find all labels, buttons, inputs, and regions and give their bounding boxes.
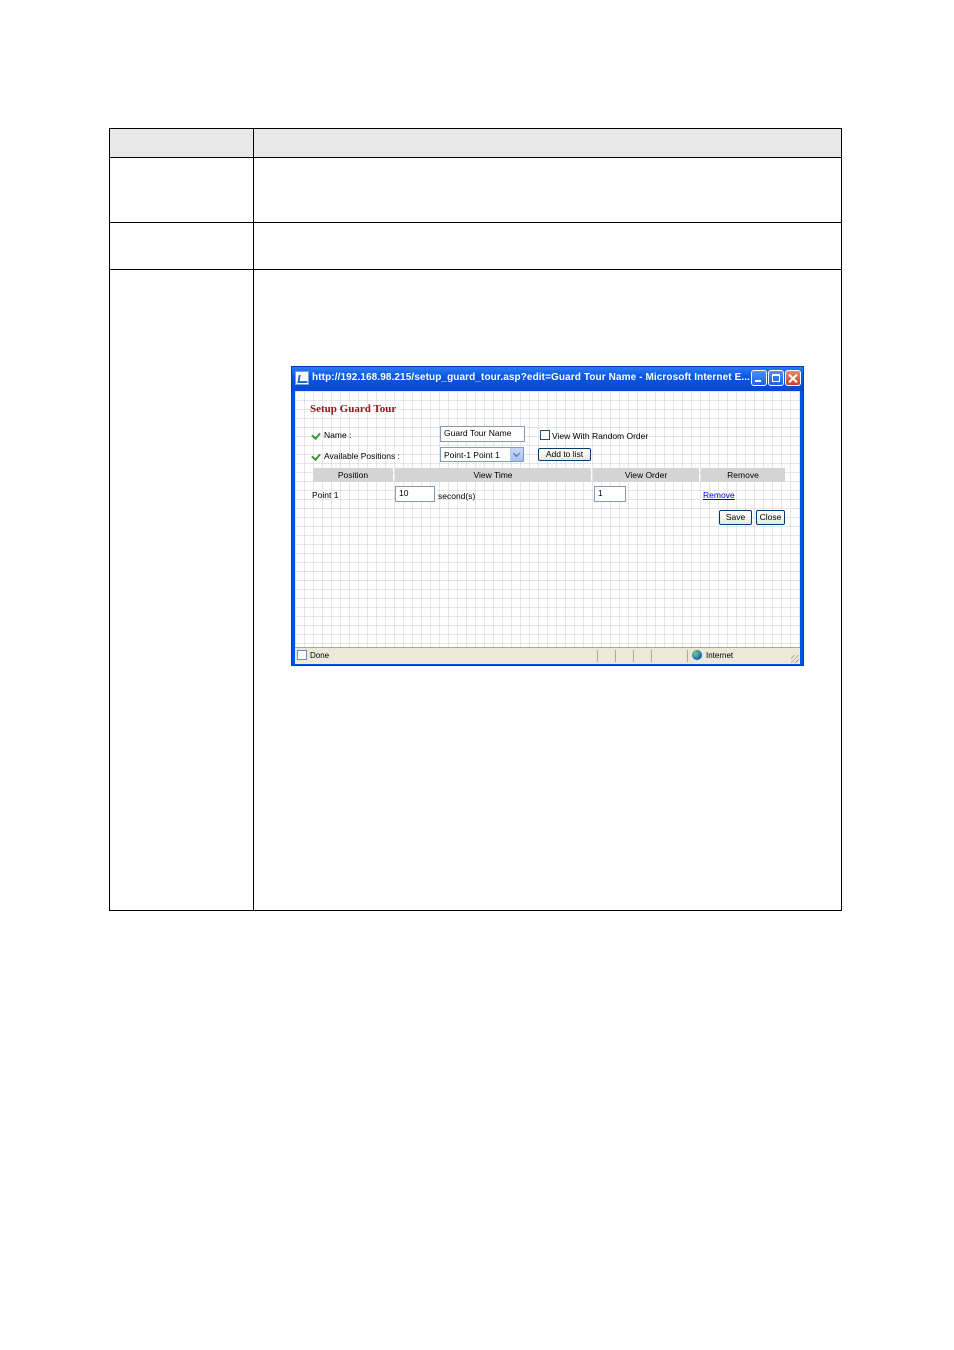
page-title: Setup Guard Tour <box>310 403 397 415</box>
column-header-position: Position <box>313 468 393 482</box>
status-divider <box>633 650 634 662</box>
positions-label: Available Positions : <box>324 451 400 461</box>
ie-page-icon <box>295 371 309 385</box>
save-button[interactable]: Save <box>719 510 752 525</box>
view-time-input[interactable]: 10 <box>395 486 435 502</box>
chevron-down-icon[interactable] <box>510 448 523 461</box>
row-position: Point 1 <box>312 490 339 500</box>
random-order-checkbox[interactable] <box>540 430 550 440</box>
add-to-list-button[interactable]: Add to list <box>538 448 591 461</box>
zone-text: Internet <box>706 651 734 660</box>
status-text: Done <box>310 651 330 660</box>
status-bar: Done Internet <box>295 647 800 664</box>
column-header-view-order: View Order <box>593 468 699 482</box>
close-window-button[interactable] <box>785 370 801 386</box>
green-check-icon <box>311 452 321 460</box>
column-divider <box>253 129 254 910</box>
name-label: Name : <box>324 430 352 440</box>
close-button[interactable]: Close <box>756 510 785 525</box>
title-bar[interactable]: http://192.168.98.215/setup_guard_tour.a… <box>292 367 803 391</box>
window-title: http://192.168.98.215/setup_guard_tour.a… <box>312 372 750 383</box>
positions-selected-value: Point-1 Point 1 <box>444 450 500 460</box>
row-divider <box>110 222 841 223</box>
column-header-remove: Remove <box>701 468 785 482</box>
minimize-button[interactable] <box>751 370 767 386</box>
status-divider <box>687 650 688 662</box>
column-header-view-time: View Time <box>395 468 591 482</box>
resize-grip[interactable] <box>791 655 799 663</box>
table-header-row <box>110 129 841 157</box>
globe-icon <box>692 650 702 660</box>
green-check-icon <box>311 431 321 439</box>
status-divider <box>651 650 652 662</box>
positions-select[interactable]: Point-1 Point 1 <box>440 447 524 462</box>
remove-link[interactable]: Remove <box>703 490 735 500</box>
name-input[interactable]: Guard Tour Name <box>440 426 525 442</box>
row-divider <box>110 269 841 270</box>
view-time-unit: second(s) <box>438 491 476 501</box>
status-divider <box>597 650 598 662</box>
status-divider <box>615 650 616 662</box>
browser-window: http://192.168.98.215/setup_guard_tour.a… <box>291 366 804 666</box>
random-order-label: View With Random Order <box>552 431 649 441</box>
page-done-icon <box>297 650 307 660</box>
view-order-input[interactable]: 1 <box>594 486 626 502</box>
row-divider <box>110 157 841 158</box>
page-content: Setup Guard Tour Name : Guard Tour Name … <box>295 391 800 647</box>
maximize-button[interactable] <box>768 370 784 386</box>
